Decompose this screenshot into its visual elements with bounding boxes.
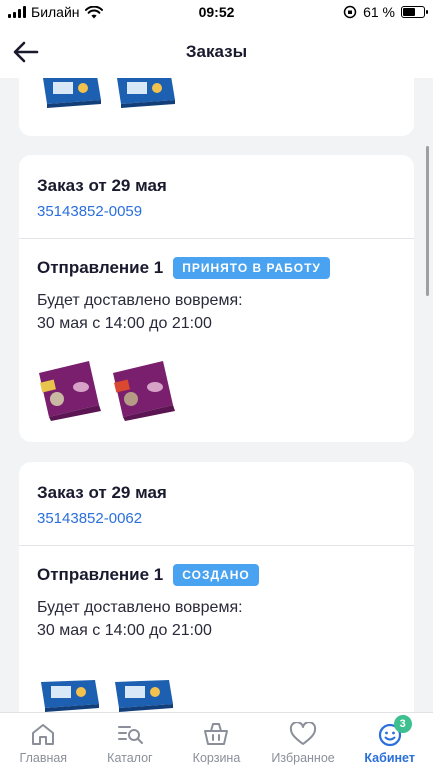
delivery-info: Будет доставлено вовремя: 30 мая с 14:00… [37,596,396,642]
nav-label: Корзина [192,751,241,765]
nav-home[interactable]: Главная [0,713,87,770]
back-button[interactable] [10,36,42,68]
shipment: Отправление 1 СОЗДАНО Будет доставлено в… [19,546,414,712]
delivery-window: 30 мая с 14:00 до 21:00 [37,622,212,639]
notification-badge: 3 [393,715,412,733]
home-icon [32,724,55,745]
product-thumbnails [37,359,396,421]
order-header: Заказ от 29 мая 35143852-0062 [19,462,414,546]
order-number-link[interactable]: 35143852-0059 [37,202,396,222]
delivery-info: Будет доставлено вовремя: 30 мая с 14:00… [37,289,396,335]
product-image[interactable] [113,78,179,108]
delivery-label: Будет доставлено вовремя: [37,292,243,309]
nav-label: Каталог [107,751,153,765]
delivery-window: 30 мая с 14:00 до 21:00 [37,315,212,332]
battery-level [403,8,416,16]
product-image[interactable] [111,359,177,421]
app-header: Заказы [0,26,433,78]
product-image[interactable] [37,359,103,421]
bottom-nav: Главная Каталог Корзина Избранное 3 Каби… [0,712,433,770]
orders-list[interactable]: Заказ от 29 мая 35143852-0059 Отправлени… [0,78,433,712]
nav-basket[interactable]: Корзина [173,713,260,770]
status-badge: СОЗДАНО [173,564,259,586]
order-number-link[interactable]: 35143852-0062 [37,509,396,529]
product-thumbnails [39,78,414,108]
arrow-left-icon [13,41,39,63]
battery-percent: 61 % [363,4,395,20]
scrollbar[interactable] [426,146,429,296]
nav-label: Главная [19,751,68,765]
status-bar: Билайн 09:52 61 % [0,0,433,26]
status-right: 61 % [343,4,428,20]
orientation-lock-icon [343,5,357,19]
status-badge: ПРИНЯТО В РАБОТУ [173,257,330,279]
product-thumbnails [37,678,396,712]
nav-label: Кабинет [364,751,415,765]
order-card-previous[interactable] [19,78,414,136]
page-title: Заказы [185,42,248,61]
shipment-title: Отправление 1 [37,258,164,277]
basket-icon [204,723,229,745]
nav-catalog[interactable]: Каталог [87,713,174,770]
order-title: Заказ от 29 мая [37,483,167,502]
order-card[interactable]: Заказ от 29 мая 35143852-0059 Отправлени… [19,155,414,442]
heart-icon [289,722,317,745]
nav-favorites[interactable]: Избранное [260,713,347,770]
order-card[interactable]: Заказ от 29 мая 35143852-0062 Отправлени… [19,462,414,712]
catalog-icon [117,726,143,744]
product-image[interactable] [37,678,103,712]
nav-cabinet[interactable]: 3 Кабинет [346,713,433,770]
order-header: Заказ от 29 мая 35143852-0059 [19,155,414,239]
product-image[interactable] [39,78,105,108]
battery-icon [401,6,428,18]
order-title: Заказ от 29 мая [37,176,167,195]
nav-label: Избранное [271,751,335,765]
delivery-label: Будет доставлено вовремя: [37,599,243,616]
shipment: Отправление 1 ПРИНЯТО В РАБОТУ Будет дос… [19,239,414,421]
product-image[interactable] [111,678,177,712]
shipment-title: Отправление 1 [37,565,164,584]
